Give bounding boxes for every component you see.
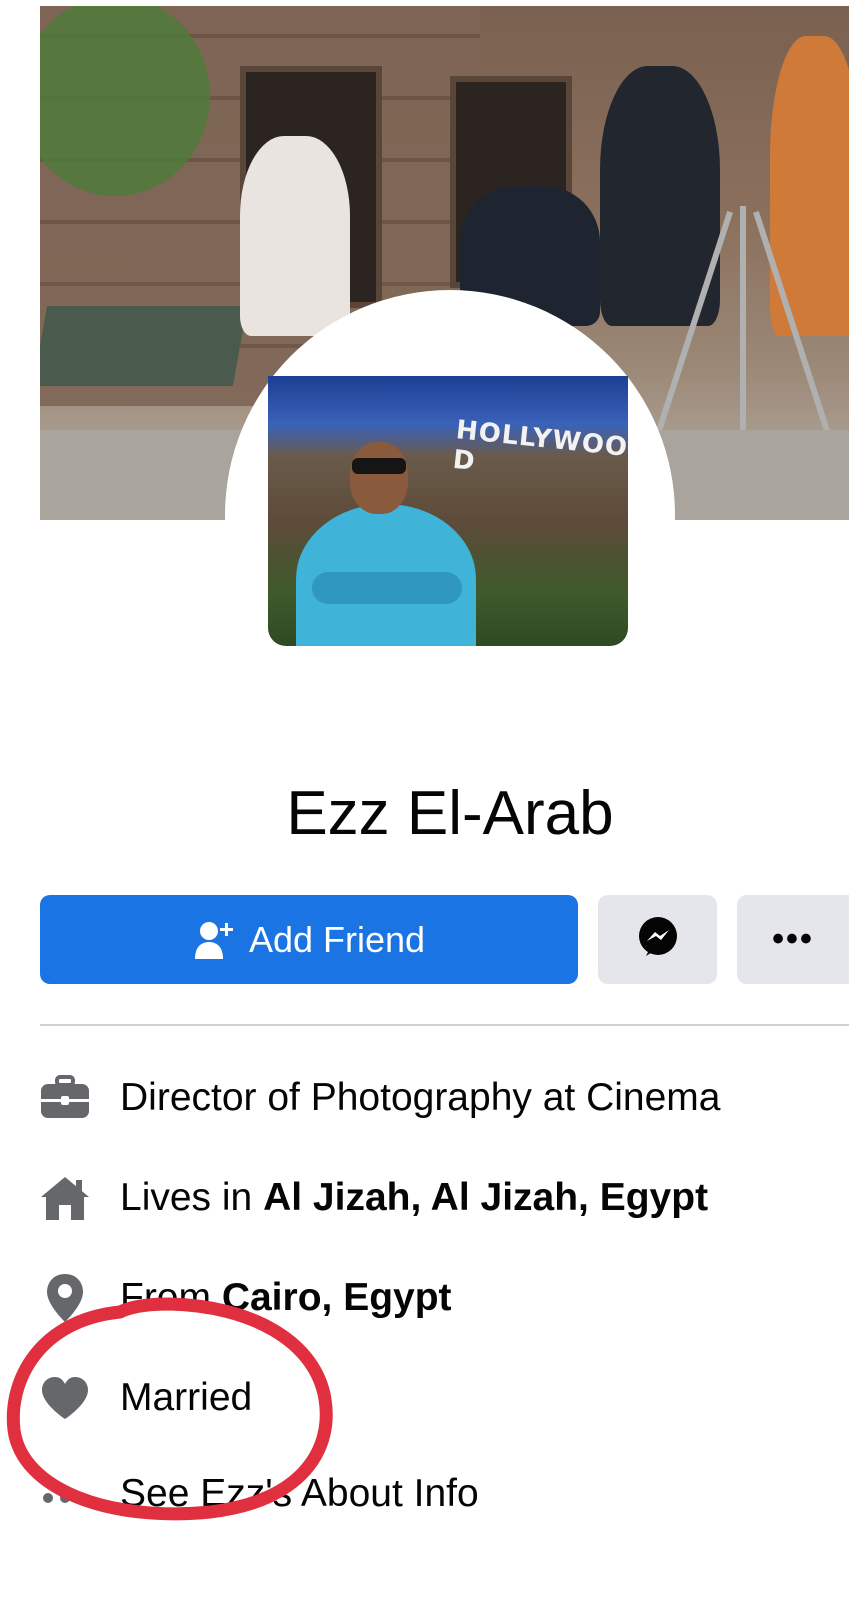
add-friend-label: Add Friend [248, 918, 426, 960]
more-options-button[interactable]: ••• [737, 895, 849, 984]
add-friend-icon [193, 919, 235, 961]
heart-icon [40, 1373, 90, 1423]
profile-person-head [350, 442, 408, 514]
messenger-icon [636, 915, 680, 964]
profile-name: Ezz El-Arab [286, 779, 614, 848]
location-pin-icon [40, 1273, 90, 1323]
home-icon [40, 1173, 90, 1223]
info-text: Director of Photography at Cinema [120, 1076, 721, 1119]
more-dots-icon [40, 1469, 90, 1519]
sunglasses [352, 458, 406, 474]
hollywood-sign-text: HOLLYWOO D [451, 415, 628, 478]
info-row-lives-in: Lives in Al Jizah, Al Jizah, Egypt [40, 1168, 708, 1228]
section-divider [40, 1024, 849, 1026]
briefcase-icon [40, 1073, 90, 1123]
profile-person-arms [312, 572, 462, 604]
info-prefix: From [120, 1276, 222, 1319]
info-row-work: Director of Photography at Cinema [40, 1068, 720, 1128]
add-friend-button[interactable]: Add Friend [40, 895, 578, 984]
cover-person [240, 136, 350, 336]
info-location-link[interactable]: Al Jizah, Al Jizah, Egypt [263, 1176, 708, 1219]
more-dots-icon: ••• [772, 920, 814, 958]
info-prefix: Lives in [120, 1176, 264, 1219]
cover-tripod [740, 206, 746, 446]
info-row-from: From Cairo, Egypt [40, 1268, 452, 1328]
see-about-info-link[interactable]: See Ezz's About Info [120, 1472, 479, 1516]
cover-roof [40, 306, 248, 386]
messenger-button[interactable] [598, 895, 717, 984]
info-text: Married [120, 1376, 253, 1419]
info-hometown-link[interactable]: Cairo, Egypt [222, 1276, 452, 1319]
info-row-about[interactable]: See Ezz's About Info [40, 1464, 479, 1524]
profile-picture[interactable]: HOLLYWOO D [268, 376, 628, 646]
info-row-relationship: Married [40, 1368, 252, 1428]
